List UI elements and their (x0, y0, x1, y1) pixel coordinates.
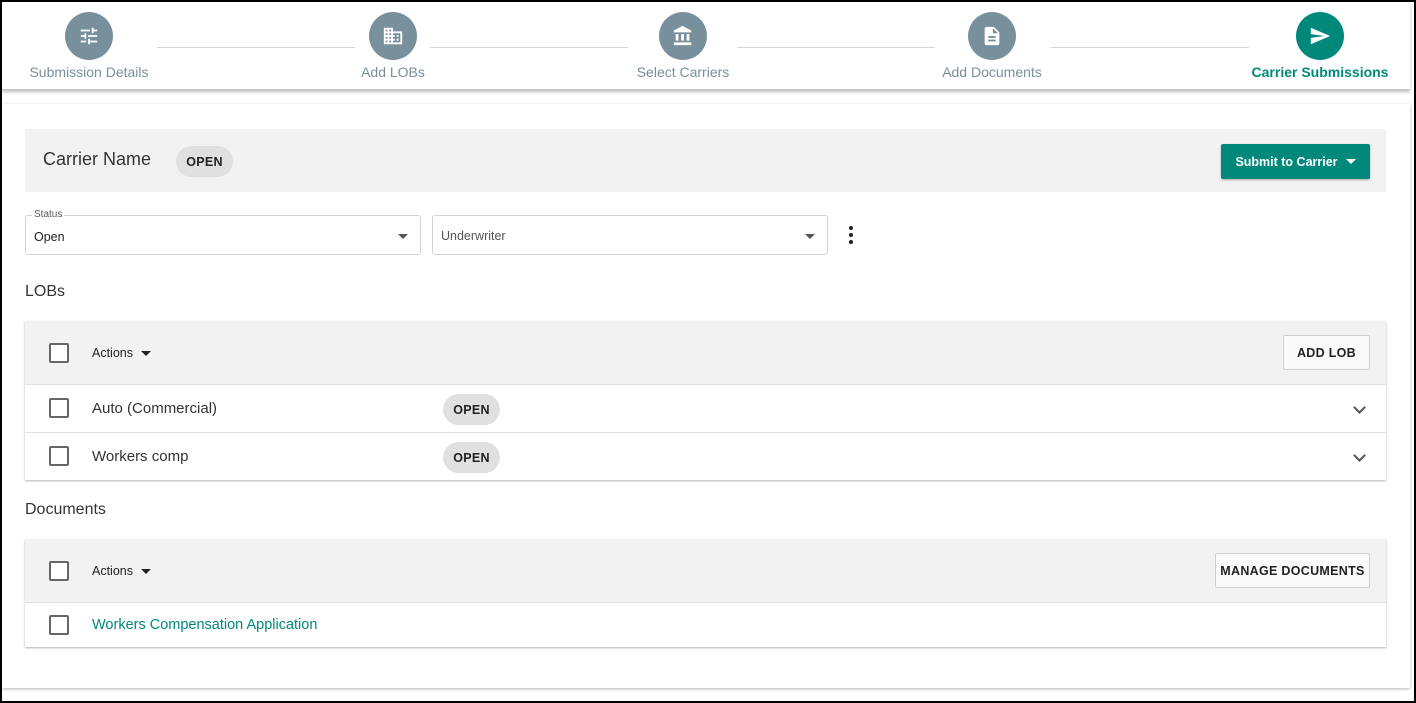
caret-down-icon (141, 568, 151, 574)
select-all-documents-checkbox[interactable] (49, 561, 69, 581)
step-carrier-submissions[interactable]: Carrier Submissions (1250, 12, 1390, 80)
documents-actions-menu[interactable]: Actions (92, 564, 151, 578)
document-link[interactable]: Workers Compensation Application (92, 617, 317, 633)
lob-name: Auto (Commercial) (92, 400, 218, 417)
step-circle (1296, 12, 1344, 60)
step-submission-details[interactable]: Submission Details (28, 12, 150, 80)
caret-down-icon (1345, 159, 1356, 164)
status-label: Status (32, 209, 65, 220)
add-lob-button[interactable]: ADD LOB (1283, 335, 1370, 370)
row-checkbox[interactable] (49, 398, 69, 418)
step-connector (157, 47, 355, 48)
step-label: Submission Details (29, 64, 149, 80)
caret-down-icon (398, 234, 408, 239)
lobs-actions-menu[interactable]: Actions (92, 346, 151, 360)
step-add-documents[interactable]: Add Documents (932, 12, 1052, 80)
stepper: Submission Details Add LOBs Select Carri… (2, 2, 1410, 90)
step-label: Carrier Submissions (1251, 64, 1389, 80)
step-label: Add LOBs (361, 64, 425, 80)
building-icon (383, 27, 403, 45)
actions-label: Actions (92, 346, 133, 360)
submit-to-carrier-button[interactable]: Submit to Carrier (1221, 144, 1370, 179)
step-select-carriers[interactable]: Select Carriers (623, 12, 743, 80)
status-chip: OPEN (176, 146, 233, 177)
document-icon (984, 26, 1000, 46)
lob-name: Workers comp (92, 448, 189, 465)
caret-down-icon (141, 350, 151, 356)
status-value: Open (34, 230, 65, 244)
tune-icon (80, 27, 98, 45)
table-row[interactable]: Workers Compensation Application (25, 602, 1386, 647)
row-checkbox[interactable] (49, 446, 69, 466)
step-circle (369, 12, 417, 60)
send-icon (1310, 27, 1331, 45)
step-circle (65, 12, 113, 60)
chevron-down-icon[interactable] (1353, 401, 1366, 414)
underwriter-placeholder: Underwriter (441, 229, 506, 243)
status-chip: OPEN (443, 442, 500, 473)
table-row[interactable]: Workers comp OPEN (25, 432, 1386, 480)
more-options-icon[interactable] (848, 226, 854, 244)
step-label: Add Documents (942, 64, 1042, 80)
step-label: Select Carriers (636, 64, 730, 80)
chevron-down-icon[interactable] (1353, 449, 1366, 462)
lobs-table-header: Actions ADD LOB (25, 321, 1386, 384)
carrier-card: Carrier Name OPEN Submit to Carrier Stat… (2, 104, 1410, 688)
manage-documents-button[interactable]: MANAGE DOCUMENTS (1215, 553, 1370, 588)
row-checkbox[interactable] (49, 615, 69, 635)
step-connector (737, 47, 935, 48)
documents-table: Actions MANAGE DOCUMENTS Workers Compens… (25, 539, 1386, 647)
submit-label: Submit to Carrier (1235, 154, 1338, 169)
select-all-lobs-checkbox[interactable] (49, 343, 69, 363)
step-circle (659, 12, 707, 60)
caret-down-icon (805, 234, 815, 239)
step-circle (968, 12, 1016, 60)
lobs-table: Actions ADD LOB Auto (Commercial) OPEN W… (25, 321, 1386, 480)
actions-label: Actions (92, 564, 133, 578)
underwriter-select[interactable]: Underwriter (432, 215, 828, 255)
step-connector (1051, 47, 1249, 48)
step-add-lobs[interactable]: Add LOBs (333, 12, 453, 80)
status-select[interactable]: Status Open (25, 209, 421, 255)
step-connector (430, 47, 628, 48)
lobs-title: LOBs (25, 283, 66, 300)
documents-title: Documents (25, 501, 106, 518)
carrier-header: Carrier Name OPEN Submit to Carrier (25, 129, 1386, 192)
bank-icon (673, 25, 692, 46)
carrier-name: Carrier Name (43, 149, 152, 169)
table-row[interactable]: Auto (Commercial) OPEN (25, 384, 1386, 432)
status-chip: OPEN (443, 394, 500, 425)
documents-table-header: Actions MANAGE DOCUMENTS (25, 539, 1386, 602)
